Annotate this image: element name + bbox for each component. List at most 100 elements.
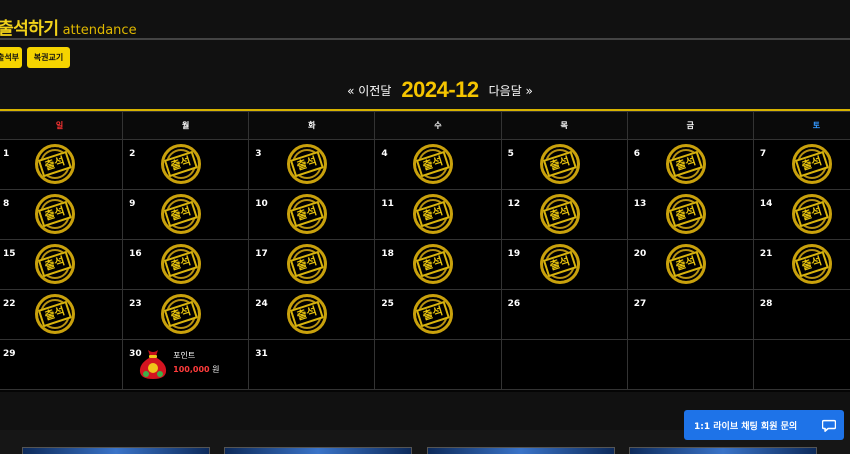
day-number: 19 xyxy=(507,249,521,259)
attendance-stamp-label: 출석 xyxy=(290,150,325,178)
attendance-stamp-icon: 출석 xyxy=(35,194,75,234)
attendance-stamp-icon: 출석 xyxy=(539,144,580,184)
day-number: 28 xyxy=(759,299,773,309)
attendance-stamp-icon: 출석 xyxy=(665,144,706,184)
tab-attendance-book[interactable]: 출석부 xyxy=(0,47,22,68)
day-number: 29 xyxy=(3,349,16,359)
attendance-stamp-icon: 출석 xyxy=(287,144,328,184)
reward-box: 포인트 100,000 원 xyxy=(137,346,220,380)
reward-title: 포인트 xyxy=(173,351,196,360)
attendance-stamp-label: 출석 xyxy=(416,150,451,178)
day-number: 14 xyxy=(759,199,773,209)
attendance-stamp-icon: 출석 xyxy=(791,194,832,234)
weekday-header: 월 xyxy=(122,111,250,140)
page-subtitle: attendance xyxy=(62,23,137,38)
calendar-day-cell xyxy=(626,339,754,390)
attendance-stamp-label: 출석 xyxy=(668,150,703,178)
day-number: 31 xyxy=(255,349,268,359)
calendar-day-cell: 3 출석 xyxy=(248,139,376,190)
day-number: 27 xyxy=(633,299,647,309)
attendance-stamp-icon: 출석 xyxy=(287,294,328,334)
attendance-stamp-icon: 출석 xyxy=(413,194,454,234)
calendar-week-row: 15 출석 16 출석 17 출석 18 출석 19 출석 20 출석 21 출석 xyxy=(0,239,850,290)
attendance-stamp-label: 출석 xyxy=(37,200,73,228)
weekday-header: 화 xyxy=(248,111,376,140)
attendance-stamp-label: 출석 xyxy=(542,200,577,228)
day-number: 20 xyxy=(633,249,647,259)
promo-banner[interactable] xyxy=(427,447,615,454)
attendance-stamp-icon: 출석 xyxy=(161,194,202,234)
attendance-calendar: 일월화수목금토 1 출석 2 출석 3 출석 4 출석 5 출석 6 출석 7 출석 8 출석 9 출석 10 출석 1… xyxy=(0,109,850,392)
attendance-stamp-label: 출석 xyxy=(37,250,73,278)
attendance-stamp-icon: 출석 xyxy=(161,294,202,334)
calendar-day-cell: 28 xyxy=(752,289,850,340)
day-number: 17 xyxy=(255,249,268,259)
attendance-stamp-icon: 출석 xyxy=(539,244,580,284)
day-number: 22 xyxy=(3,299,16,309)
attendance-stamp-label: 출석 xyxy=(416,200,451,228)
calendar-day-cell: 8 출석 xyxy=(0,189,124,240)
day-number: 16 xyxy=(129,249,142,259)
day-number: 2 xyxy=(129,149,136,159)
calendar-day-cell: 30 포인트 100,000 원 xyxy=(122,339,250,390)
calendar-day-cell: 7 출석 xyxy=(752,139,850,190)
attendance-stamp-label: 출석 xyxy=(290,200,325,228)
day-number: 26 xyxy=(507,299,521,309)
attendance-stamp-icon: 출석 xyxy=(665,244,706,284)
promo-banner[interactable] xyxy=(22,447,210,454)
attendance-stamp-icon: 출석 xyxy=(35,244,75,284)
chat-bubble-icon xyxy=(822,419,836,432)
attendance-stamp-label: 출석 xyxy=(37,300,73,328)
day-number: 5 xyxy=(507,149,514,159)
calendar-day-cell: 18 출석 xyxy=(374,239,502,290)
calendar-week-row: 8 출석 9 출석 10 출석 11 출석 12 출석 13 출석 14 출석 xyxy=(0,189,850,240)
day-number: 8 xyxy=(3,199,10,209)
attendance-stamp-label: 출석 xyxy=(542,150,577,178)
prev-month-link[interactable]: « 이전달 xyxy=(347,82,391,99)
day-number: 6 xyxy=(633,149,640,159)
day-number: 15 xyxy=(3,249,16,259)
calendar-day-cell: 27 xyxy=(626,289,754,340)
page-title-row: 출석하기 attendance xyxy=(0,14,137,39)
calendar-week-row: 22 출석 23 출석 24 출석 25 출석 26 27 28 xyxy=(0,289,850,340)
weekday-header: 수 xyxy=(374,111,502,140)
attendance-stamp-icon: 출석 xyxy=(35,294,75,334)
attendance-stamp-icon: 출석 xyxy=(539,194,580,234)
calendar-day-cell: 15 출석 xyxy=(0,239,124,290)
attendance-stamp-icon: 출석 xyxy=(413,244,454,284)
day-number: 7 xyxy=(759,149,767,159)
weekday-header: 금 xyxy=(626,111,754,140)
reward-unit: 원 xyxy=(212,365,220,374)
attendance-stamp-icon: 출석 xyxy=(665,194,706,234)
calendar-day-cell: 4 출석 xyxy=(374,139,502,190)
day-number: 4 xyxy=(381,149,388,159)
attendance-stamp-label: 출석 xyxy=(163,200,199,228)
attendance-stamp-icon: 출석 xyxy=(161,144,202,184)
attendance-stamp-label: 출석 xyxy=(542,250,577,278)
attendance-stamp-label: 출석 xyxy=(290,250,325,278)
attendance-stamp-icon: 출석 xyxy=(413,294,454,334)
calendar-day-cell: 14 출석 xyxy=(752,189,850,240)
attendance-stamp-icon: 출석 xyxy=(35,144,75,184)
weekday-header: 일 xyxy=(0,111,124,140)
attendance-stamp-label: 출석 xyxy=(163,300,199,328)
month-navigation: « 이전달 2024-12 다음달 » xyxy=(0,74,850,106)
calendar-day-cell: 17 출석 xyxy=(248,239,376,290)
day-number: 21 xyxy=(759,249,773,259)
promo-banner[interactable] xyxy=(629,447,817,454)
attendance-stamp-label: 출석 xyxy=(416,250,451,278)
attendance-page: 출석하기 attendance 출석부 복권교기 « 이전달 2024-12 다… xyxy=(0,0,850,454)
calendar-day-cell: 1 출석 xyxy=(0,139,124,190)
promo-banner[interactable] xyxy=(224,447,412,454)
calendar-day-cell: 11 출석 xyxy=(374,189,502,240)
attendance-stamp-icon: 출석 xyxy=(287,194,328,234)
tab-lottery-exchange[interactable]: 복권교기 xyxy=(27,47,70,68)
calendar-day-cell: 5 출석 xyxy=(500,139,628,190)
calendar-day-cell: 23 출석 xyxy=(122,289,250,340)
next-month-link[interactable]: 다음달 » xyxy=(489,82,533,99)
calendar-day-cell: 31 xyxy=(248,339,376,390)
live-chat-button[interactable]: 1:1 라이브 채팅 회원 문의 xyxy=(684,410,844,440)
calendar-day-cell xyxy=(752,339,850,390)
calendar-day-cell: 6 출석 xyxy=(626,139,754,190)
calendar-day-cell: 21 출석 xyxy=(752,239,850,290)
